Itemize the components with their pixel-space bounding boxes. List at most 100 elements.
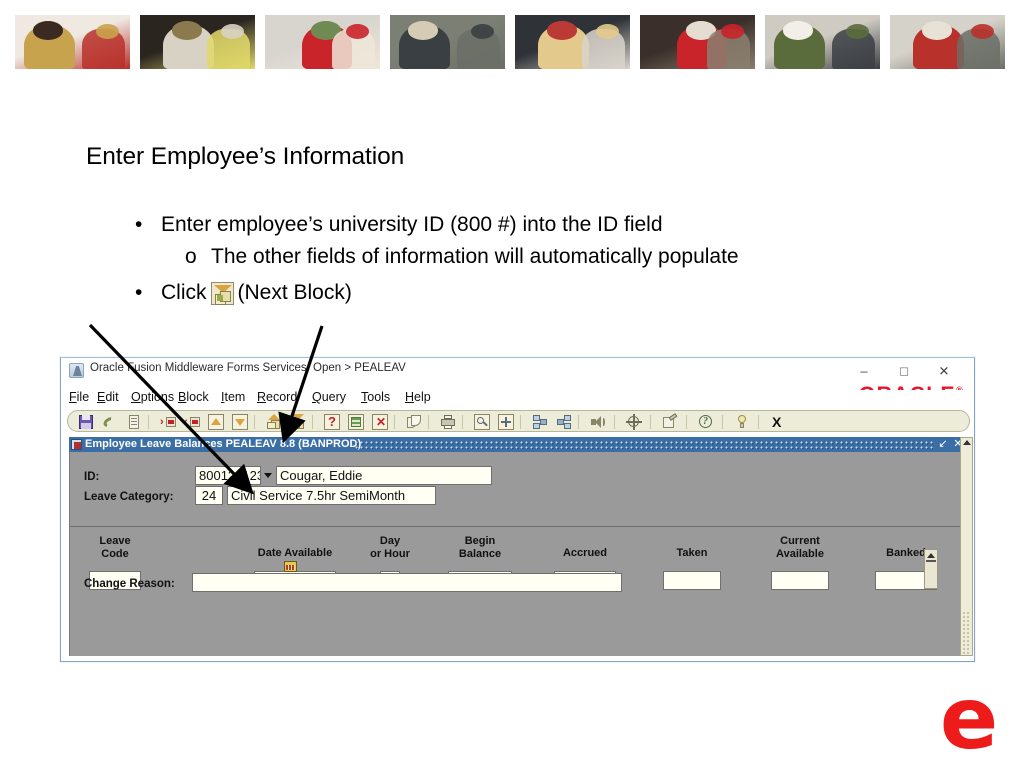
header-line2: or Hour bbox=[370, 547, 410, 560]
header-line2: Available bbox=[776, 547, 824, 560]
oracle-forms-icon bbox=[69, 363, 84, 378]
toolbar-separator bbox=[578, 415, 579, 429]
bullet-marker: • bbox=[135, 281, 143, 304]
employee-name-input[interactable]: Cougar, Eddie bbox=[276, 466, 492, 485]
cell-taken-input[interactable] bbox=[663, 571, 721, 590]
previous-record-icon[interactable] bbox=[208, 414, 224, 430]
menu-item-block[interactable]: Block bbox=[178, 390, 209, 404]
menu-bar: File Edit Options Block Item Record Query Tools… bbox=[61, 390, 974, 410]
column-header-available: Current Available bbox=[745, 535, 855, 560]
execute-query-icon[interactable] bbox=[348, 414, 364, 430]
toolbar-separator bbox=[254, 415, 255, 429]
photo-dental-hygienist bbox=[890, 15, 1005, 69]
toolbar-separator bbox=[520, 415, 521, 429]
scroll-up-icon[interactable] bbox=[927, 553, 935, 558]
crosshair-icon[interactable] bbox=[626, 414, 642, 430]
titlebar-grip bbox=[354, 440, 933, 449]
exit-icon[interactable]: X bbox=[770, 414, 786, 430]
menu-item-item[interactable]: Item bbox=[221, 390, 245, 404]
calendar-icon[interactable] bbox=[284, 561, 297, 572]
bullet-text: The other fields of information will aut… bbox=[211, 245, 739, 268]
list-of-values-icon[interactable] bbox=[474, 414, 490, 430]
print-icon[interactable] bbox=[440, 414, 456, 430]
toolbar-separator bbox=[428, 415, 429, 429]
next-item-icon[interactable] bbox=[556, 414, 572, 430]
toolbar-separator bbox=[722, 415, 723, 429]
menu-item-help[interactable]: Help bbox=[405, 390, 431, 404]
canvas-scrollbar[interactable] bbox=[960, 437, 973, 656]
header-line1: Current bbox=[780, 535, 820, 547]
oracle-forms-window: Oracle Fusion Middleware Forms Services:… bbox=[60, 357, 975, 662]
photo-women-at-desk bbox=[515, 15, 630, 69]
rollback-icon[interactable] bbox=[101, 414, 118, 430]
cell-available-input[interactable] bbox=[771, 571, 829, 590]
photo-strip bbox=[0, 15, 1024, 69]
menu-item-tools[interactable]: Tools bbox=[361, 390, 390, 404]
cancel-query-icon[interactable]: ✕ bbox=[372, 414, 388, 430]
scroll-up-icon[interactable] bbox=[962, 440, 971, 445]
inner-window-title: Employee Leave Balances PEALEAV 8.8 (BAN… bbox=[85, 438, 362, 450]
duplicate-icon[interactable] bbox=[406, 414, 422, 430]
column-header-code: Leave Code bbox=[60, 535, 170, 560]
menu-item-query[interactable]: Query bbox=[312, 390, 346, 404]
toolbar-separator bbox=[686, 415, 687, 429]
next-record-icon[interactable] bbox=[232, 414, 248, 430]
previous-item-icon[interactable] bbox=[532, 414, 548, 430]
form-canvas: ID: 800123123 Cougar, Eddie Leave Catego… bbox=[69, 452, 967, 656]
previous-block-icon[interactable] bbox=[266, 414, 282, 430]
toolbar-separator bbox=[614, 415, 615, 429]
select-icon[interactable] bbox=[126, 414, 142, 430]
remove-record-icon[interactable]: ‹ bbox=[184, 414, 200, 430]
toolbar: › ‹? ✕? X bbox=[67, 410, 970, 432]
bullet-item-2: o The other fields of information will au… bbox=[185, 245, 739, 269]
save-icon[interactable] bbox=[78, 414, 94, 430]
leave-category-label: Leave Category: bbox=[84, 491, 174, 503]
header-line1: Day bbox=[379, 535, 401, 547]
id-label: ID: bbox=[84, 471, 100, 483]
grid-scrollbar[interactable] bbox=[924, 549, 938, 589]
next-block-icon[interactable] bbox=[290, 414, 306, 430]
photo-nurse-in-red-scrubs bbox=[265, 15, 380, 69]
minimize-button[interactable]: – bbox=[850, 361, 878, 381]
sound-icon[interactable] bbox=[590, 414, 606, 430]
maximize-button[interactable]: □ bbox=[890, 361, 918, 381]
bullet-text: Enter employee’s university ID (800 #) i… bbox=[161, 213, 663, 236]
leave-category-desc-input[interactable]: Civil Service 7.5hr SemiMonth bbox=[227, 486, 436, 505]
header-line1: Begin bbox=[464, 535, 496, 547]
close-button[interactable]: ✕ bbox=[930, 361, 958, 381]
column-header-balance: Begin Balance bbox=[425, 535, 535, 560]
add-icon[interactable] bbox=[498, 414, 514, 430]
scroll-thumb[interactable] bbox=[962, 447, 971, 611]
hint-icon[interactable] bbox=[734, 414, 750, 430]
toolbar-separator bbox=[650, 415, 651, 429]
photo-student-with-test-tube bbox=[15, 15, 130, 69]
header-line2: Date Available bbox=[257, 547, 333, 559]
menu-item-file[interactable]: File bbox=[69, 390, 89, 404]
change-reason-input[interactable] bbox=[192, 573, 622, 592]
menu-item-record[interactable]: Record bbox=[257, 390, 297, 404]
bullet-item-3: • Click (Next Block) bbox=[135, 281, 352, 305]
photo-two-men-in-suits bbox=[390, 15, 505, 69]
menu-item-edit[interactable]: Edit bbox=[97, 390, 119, 404]
menu-item-options[interactable]: Options bbox=[131, 390, 174, 404]
photo-student-reading-newspaper bbox=[140, 15, 255, 69]
edit-icon[interactable] bbox=[662, 413, 678, 430]
bullet-marker: o bbox=[185, 245, 197, 268]
help-icon[interactable]: ? bbox=[698, 414, 714, 430]
chevron-down-icon[interactable] bbox=[264, 473, 272, 478]
id-input[interactable]: 800123123 bbox=[195, 466, 261, 485]
column-header-taken: Taken bbox=[637, 547, 747, 560]
toolbar-separator bbox=[462, 415, 463, 429]
window-titlebar: Oracle Fusion Middleware Forms Services:… bbox=[61, 358, 974, 385]
insert-record-icon[interactable]: › bbox=[160, 414, 176, 430]
enter-query-icon[interactable]: ? bbox=[324, 414, 340, 430]
scroll-track[interactable] bbox=[962, 611, 971, 655]
leave-category-code-input[interactable]: 24 bbox=[195, 486, 223, 505]
header-line1: Leave bbox=[99, 535, 131, 547]
click-suffix: (Next Block) bbox=[237, 281, 352, 304]
window-title: Oracle Fusion Middleware Forms Services:… bbox=[90, 362, 406, 374]
header-line2: Code bbox=[101, 547, 129, 560]
column-header-date-available: Date Available bbox=[240, 547, 350, 560]
university-e-logo: e bbox=[939, 669, 999, 769]
restore-icon[interactable]: ↙ bbox=[937, 438, 949, 451]
